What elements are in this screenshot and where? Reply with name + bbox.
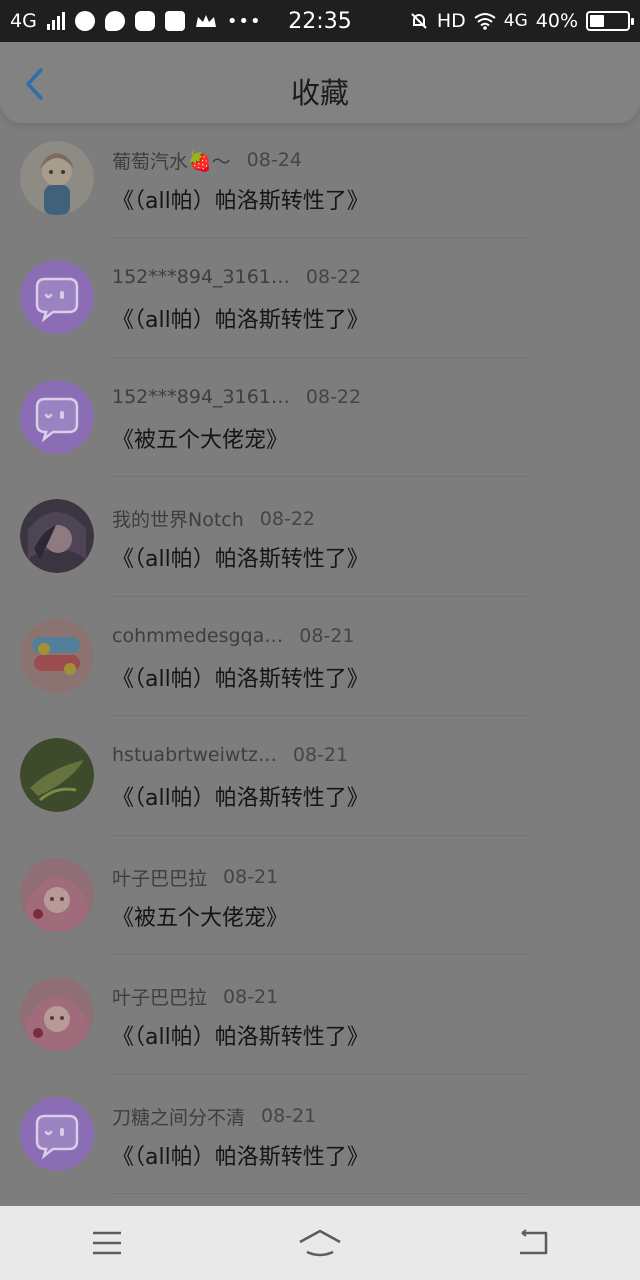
username[interactable]: 152***894_3161…: [112, 266, 290, 288]
item-date: 08-22: [305, 385, 362, 408]
favorites-list-inner: 《（all帕）帕洛斯转性了》葡萄汽水🍓～08-24《（all帕）帕洛斯转性了》1…: [0, 42, 640, 1194]
favorites-list[interactable]: 《（all帕）帕洛斯转性了》葡萄汽水🍓～08-24《（all帕）帕洛斯转性了》1…: [0, 42, 640, 1206]
list-item[interactable]: cohmmedesgqa… 08-21 《（all帕）帕洛斯转性了》: [0, 597, 640, 716]
page-title: 收藏: [290, 76, 349, 110]
menu-button[interactable]: [67, 1213, 147, 1273]
battery-fill: [590, 15, 605, 27]
book-title[interactable]: 《（all帕）帕洛斯转性了》: [112, 780, 369, 812]
battery-percent: 40%: [535, 10, 578, 32]
signal-icon: [46, 12, 65, 30]
list-item[interactable]: 刀糖之间分不清 08-21 《（all帕）帕洛斯转性了》: [0, 1075, 640, 1194]
item-date: 08-21: [261, 1105, 317, 1127]
list-item[interactable]: 叶子巴巴拉 08-21 《被五个大佬宠》: [0, 836, 640, 955]
item-date: 08-21: [292, 744, 349, 766]
item-meta: 152***894_3161… 08-22: [112, 266, 361, 288]
avatar[interactable]: [20, 499, 94, 573]
divider: [112, 1193, 528, 1194]
list-item[interactable]: 152***894_3161… 08-22 《被五个大佬宠》: [0, 358, 640, 477]
home-icon: [299, 1229, 341, 1257]
list-item[interactable]: 叶子巴巴拉 08-21 《（all帕）帕洛斯转性了》: [0, 955, 640, 1075]
list-item[interactable]: 152***894_3161… 08-22 《（all帕）帕洛斯转性了》: [0, 238, 640, 358]
header: 收藏: [0, 42, 640, 124]
browser-icon: [74, 11, 95, 31]
username[interactable]: 我的世界Notch: [112, 505, 244, 532]
list-item[interactable]: 葡萄汽水🍓～ 08-24 《（all帕）帕洛斯转性了》: [0, 119, 640, 238]
more-dots-icon: •••: [226, 10, 262, 32]
book-title[interactable]: 《（all帕）帕洛斯转性了》: [112, 661, 369, 693]
network2-label: 4G: [503, 11, 528, 31]
item-meta: 叶子巴巴拉 08-21: [112, 983, 278, 1010]
status-bar: 4G ••• 22:35 HD 4G 40%: [0, 0, 640, 42]
username[interactable]: 叶子巴巴拉: [112, 864, 207, 891]
item-date: 08-22: [259, 507, 315, 530]
book-title[interactable]: 《（all帕）帕洛斯转性了》: [112, 183, 369, 215]
battery-icon: [586, 11, 634, 31]
mute-bell-icon: [409, 11, 429, 31]
item-date: 08-21: [299, 624, 355, 647]
avatar[interactable]: [20, 977, 94, 1051]
network-label: 4G: [10, 10, 37, 32]
avatar[interactable]: [20, 857, 94, 932]
book-title[interactable]: 《（all帕）帕洛斯转性了》: [112, 302, 369, 334]
system-back-button[interactable]: [493, 1213, 573, 1273]
status-right: HD 4G 40%: [409, 10, 634, 32]
home-button[interactable]: [280, 1213, 360, 1273]
item-meta: hstuabrtweiwtz… 08-21: [112, 744, 348, 766]
item-meta: 葡萄汽水🍓～ 08-24: [112, 147, 302, 174]
book-title[interactable]: 《（all帕）帕洛斯转性了》: [112, 1139, 369, 1171]
crown-icon: [195, 13, 217, 29]
status-left: 4G •••: [10, 10, 262, 32]
wifi-icon: [474, 12, 496, 30]
app-icon: [164, 11, 185, 31]
item-meta: 叶子巴巴拉 08-21: [112, 864, 278, 891]
system-nav-bar: [0, 1206, 640, 1280]
item-date: 08-22: [305, 266, 362, 288]
avatar[interactable]: [20, 260, 94, 334]
username[interactable]: 葡萄汽水🍓～: [112, 147, 231, 174]
item-meta: 152***894_3161… 08-22: [112, 386, 361, 408]
menu-icon: [92, 1231, 121, 1255]
back-icon: [520, 1229, 548, 1255]
play-icon: [134, 11, 155, 31]
book-title[interactable]: 《被五个大佬宠》: [112, 422, 288, 454]
username[interactable]: 叶子巴巴拉: [112, 983, 207, 1010]
chat-icon: [104, 11, 125, 31]
avatar[interactable]: [20, 738, 94, 812]
username[interactable]: 刀糖之间分不清: [112, 1103, 245, 1130]
book-title[interactable]: 《（all帕）帕洛斯转性了》: [112, 1019, 369, 1051]
username[interactable]: 152***894_3161…: [112, 386, 290, 408]
chevron-left-icon: [26, 68, 43, 100]
avatar[interactable]: [20, 1096, 94, 1171]
list-item[interactable]: 我的世界Notch 08-22 《（all帕）帕洛斯转性了》: [0, 477, 640, 597]
username[interactable]: hstuabrtweiwtz…: [112, 744, 277, 766]
item-date: 08-21: [223, 866, 279, 888]
avatar[interactable]: [20, 140, 94, 215]
avatar[interactable]: [20, 379, 94, 454]
item-date: 08-21: [223, 985, 279, 1008]
item-meta: 我的世界Notch 08-22: [112, 505, 315, 532]
item-date: 08-24: [246, 149, 302, 171]
book-title[interactable]: 《（all帕）帕洛斯转性了》: [112, 541, 369, 573]
back-button[interactable]: [14, 64, 54, 104]
hd-label: HD: [436, 10, 466, 32]
item-meta: 刀糖之间分不清 08-21: [112, 1103, 316, 1130]
item-meta: cohmmedesgqa… 08-21: [112, 625, 354, 647]
book-title[interactable]: 《被五个大佬宠》: [112, 900, 288, 932]
list-item[interactable]: hstuabrtweiwtz… 08-21 《（all帕）帕洛斯转性了》: [0, 716, 640, 836]
avatar[interactable]: [20, 618, 94, 693]
username[interactable]: cohmmedesgqa…: [112, 625, 283, 647]
